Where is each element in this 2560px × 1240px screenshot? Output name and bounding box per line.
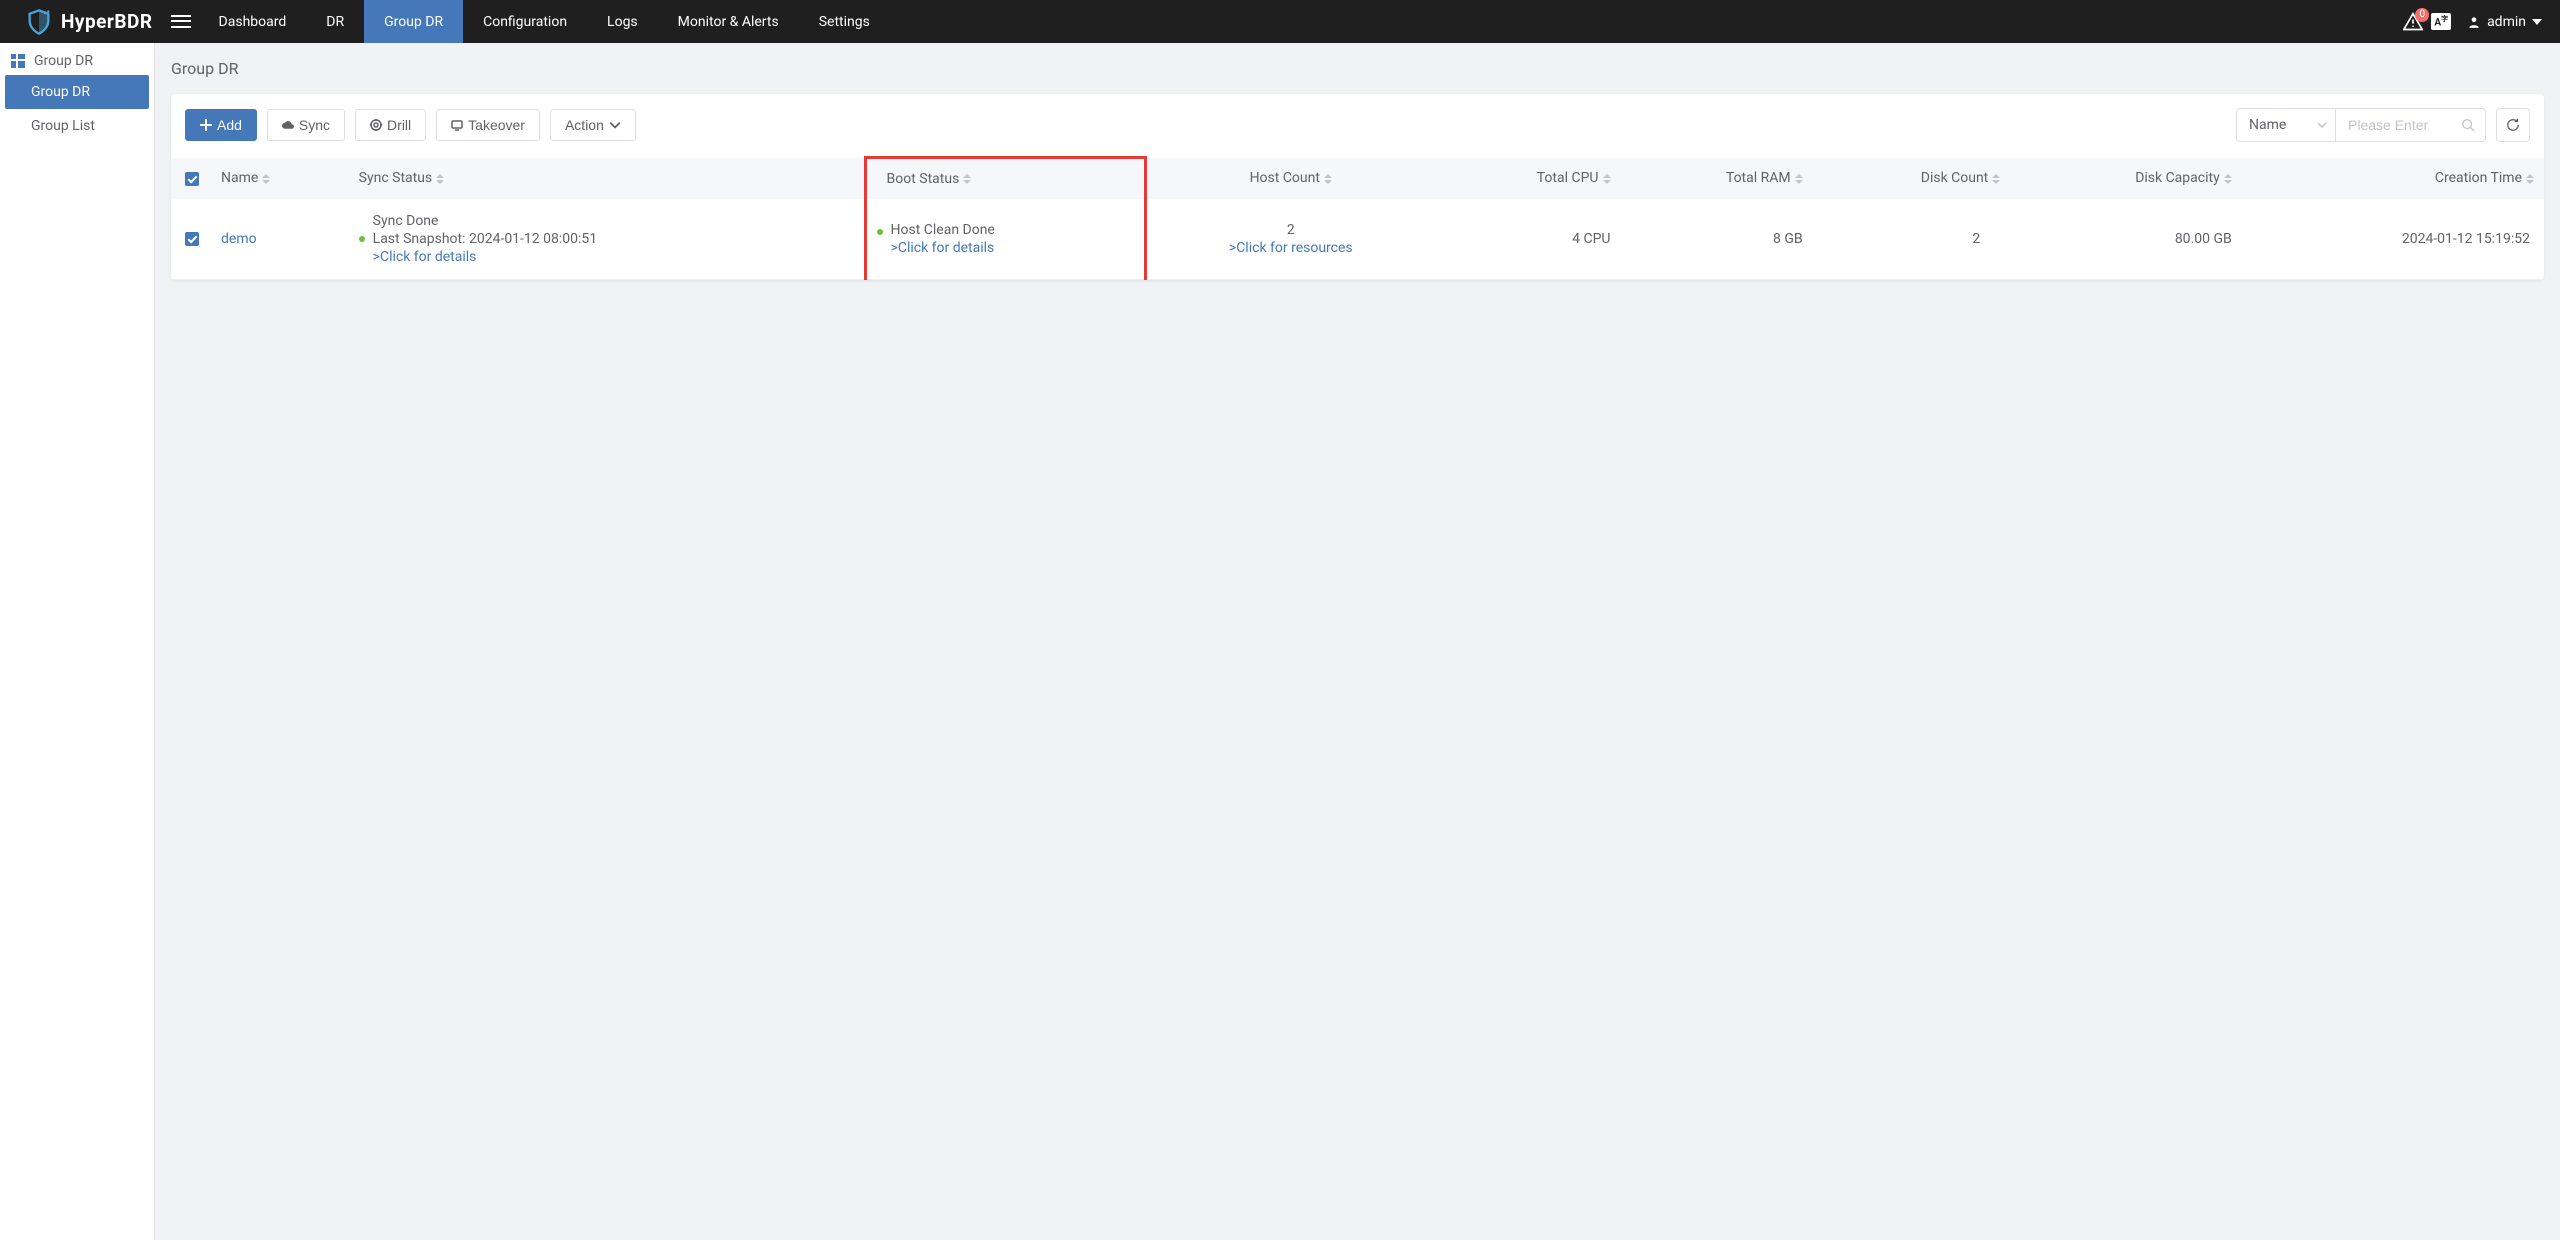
filter-field-select[interactable]: Name (2236, 108, 2336, 142)
shield-icon (25, 8, 53, 36)
search-input[interactable] (2348, 117, 2455, 133)
nav-logs[interactable]: Logs (587, 0, 658, 43)
add-button[interactable]: Add (185, 109, 257, 141)
cloud-icon (282, 119, 294, 131)
disk-count-value: 2 (1972, 231, 1980, 247)
creation-time-value: 2024-01-12 15:19:52 (2402, 231, 2530, 247)
search-input-wrap (2336, 108, 2486, 142)
search-icon (2461, 118, 2475, 132)
col-total-cpu[interactable]: Total CPU (1434, 158, 1620, 200)
status-dot-icon (877, 229, 883, 235)
row-name-link[interactable]: demo (221, 231, 257, 247)
header-right: 0 A字 admin (2403, 0, 2560, 43)
logo[interactable]: HyperBDR (0, 8, 171, 36)
sidebar-item-group-list[interactable]: Group List (5, 109, 149, 143)
takeover-icon (451, 119, 463, 131)
content-card: Add Sync Drill Takeover Action (171, 94, 2544, 280)
total-cpu-value: 4 CPU (1572, 231, 1610, 247)
action-dropdown[interactable]: Action (550, 109, 636, 141)
host-resources-link[interactable]: >Click for resources (1157, 240, 1424, 256)
refresh-button[interactable] (2496, 108, 2530, 142)
table-row: demo Sync Done Last Snapshot: 2024-01-12… (171, 199, 2544, 280)
chevron-down-icon (609, 119, 621, 131)
refresh-icon (2506, 118, 2520, 132)
caret-down-icon (2532, 17, 2542, 27)
sync-snapshot-text: Last Snapshot: 2024-01-12 08:00:51 (373, 231, 597, 247)
col-creation-time[interactable]: Creation Time (2242, 158, 2544, 200)
chevron-down-icon (2317, 122, 2327, 128)
target-icon (370, 119, 382, 131)
col-sync-status[interactable]: Sync Status (349, 158, 865, 200)
menu-toggle-icon[interactable] (171, 12, 191, 32)
top-header: HyperBDR Dashboard DR Group DR Configura… (0, 0, 2560, 43)
plus-icon (200, 119, 212, 131)
row-checkbox[interactable] (185, 232, 199, 246)
col-disk-capacity[interactable]: Disk Capacity (2010, 158, 2241, 200)
drill-button[interactable]: Drill (355, 109, 426, 141)
top-nav: Dashboard DR Group DR Configuration Logs… (199, 0, 890, 43)
sidebar-item-group-dr[interactable]: Group DR (5, 75, 149, 109)
grid-icon (10, 53, 26, 69)
language-switch[interactable]: A字 (2431, 13, 2451, 29)
main-content: Group DR Add Sync Drill Takeover (155, 43, 2560, 1240)
disk-capacity-value: 80.00 GB (2175, 231, 2232, 247)
col-disk-count[interactable]: Disk Count (1813, 158, 2011, 200)
status-dot-icon (359, 236, 365, 242)
nav-configuration[interactable]: Configuration (463, 0, 587, 43)
col-total-ram[interactable]: Total RAM (1621, 158, 1813, 200)
col-name[interactable]: Name (211, 158, 349, 200)
nav-monitor-alerts[interactable]: Monitor & Alerts (658, 0, 799, 43)
select-all-checkbox[interactable] (185, 172, 199, 186)
data-table: Name Sync Status Boot Status Host Count … (171, 156, 2544, 280)
toolbar: Add Sync Drill Takeover Action (171, 94, 2544, 156)
boot-status-text: Host Clean Done (891, 222, 995, 238)
user-icon (2467, 15, 2481, 29)
user-menu[interactable]: admin (2467, 14, 2542, 30)
takeover-button[interactable]: Takeover (436, 109, 540, 141)
page-title: Group DR (171, 43, 2544, 94)
username: admin (2487, 14, 2526, 30)
host-count-value: 2 (1157, 222, 1424, 238)
sync-status-text: Sync Done (359, 213, 854, 229)
sidebar-section-title: Group DR (0, 43, 154, 75)
alert-bell-icon[interactable]: 0 (2403, 12, 2423, 32)
boot-details-link[interactable]: >Click for details (891, 240, 995, 256)
alert-count-badge: 0 (2415, 8, 2429, 22)
sync-button[interactable]: Sync (267, 109, 345, 141)
total-ram-value: 8 GB (1773, 231, 1803, 247)
col-boot-status[interactable]: Boot Status (865, 158, 1146, 200)
col-host-count[interactable]: Host Count (1146, 158, 1435, 200)
sidebar: Group DR Group DR Group List (0, 43, 155, 1240)
nav-dashboard[interactable]: Dashboard (199, 0, 307, 43)
nav-dr[interactable]: DR (306, 0, 364, 43)
table-header-row: Name Sync Status Boot Status Host Count … (171, 158, 2544, 200)
nav-group-dr[interactable]: Group DR (364, 0, 463, 43)
nav-settings[interactable]: Settings (799, 0, 890, 43)
brand-name: HyperBDR (61, 10, 153, 33)
sync-details-link[interactable]: >Click for details (359, 249, 854, 265)
